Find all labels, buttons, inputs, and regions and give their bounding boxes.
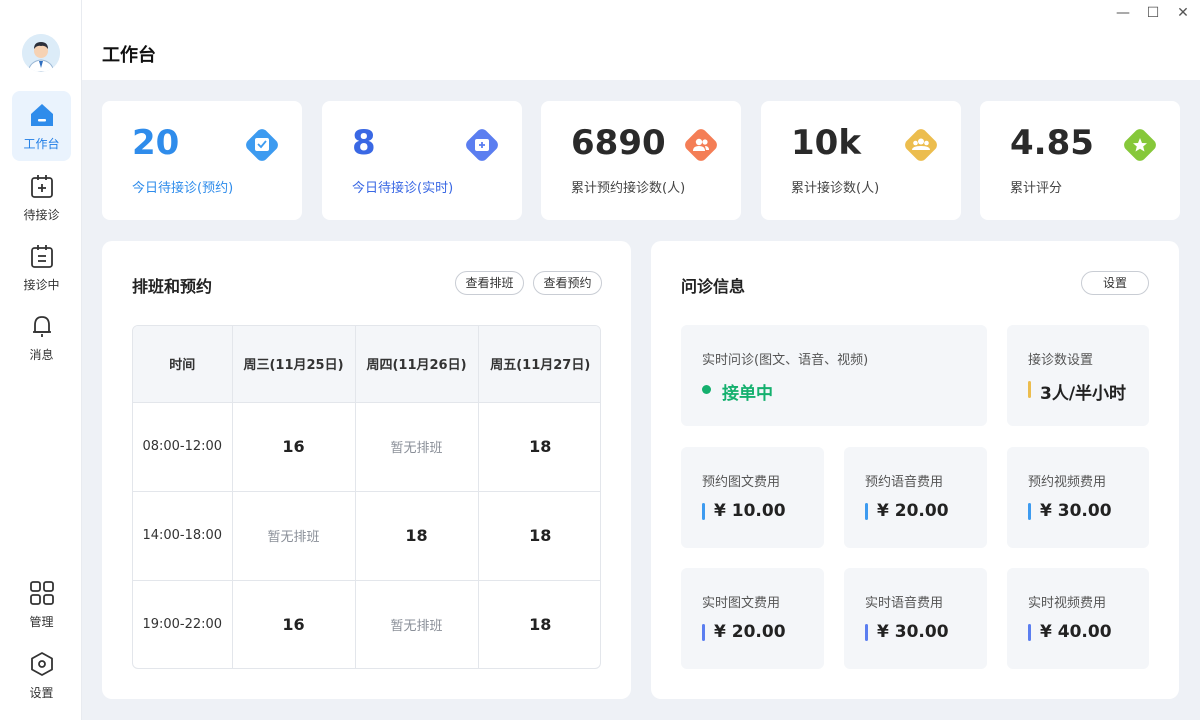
fee-value: ¥ 20.00 <box>702 622 786 642</box>
appointment-count-cell[interactable]: 16 <box>232 580 356 668</box>
consult-settings-button[interactable]: 设置 <box>1081 271 1149 295</box>
fee-tile[interactable]: 实时语音费用 ¥ 30.00 <box>844 568 987 669</box>
fee-value: ¥ 30.00 <box>865 622 949 642</box>
tile-label: 预约图文费用 <box>702 475 781 490</box>
sidebar-item-label: 工作台 <box>23 137 60 151</box>
no-schedule-cell: 暂无排班 <box>355 402 479 492</box>
fee-value: ¥ 30.00 <box>1028 501 1112 521</box>
hexagon-settings-icon <box>31 652 53 676</box>
appointment-count-cell[interactable]: 16 <box>232 402 356 492</box>
maximize-button[interactable]: ☐ <box>1144 4 1162 22</box>
tile-label: 实时问诊(图文、语音、视频) <box>702 353 869 368</box>
view-schedule-button[interactable]: 查看排班 <box>455 271 524 295</box>
stat-card-realtime-today[interactable]: 8 今日待接诊(实时) <box>322 101 522 220</box>
fee-tile[interactable]: 预约图文费用 ¥ 10.00 <box>681 447 824 548</box>
tile-label: 预约视频费用 <box>1028 475 1107 490</box>
column-header: 周三(11月25日) <box>232 326 356 403</box>
group-icon <box>905 129 937 161</box>
tile-label: 实时语音费用 <box>865 596 944 611</box>
sidebar-item-waiting[interactable]: 待接诊 <box>12 162 71 232</box>
status-text: 接单中 <box>722 384 773 404</box>
calendar-add-icon <box>31 175 53 198</box>
sidebar-item-messages[interactable]: 消息 <box>12 302 71 372</box>
table-row: 08:00-12:00 16 暂无排班 18 <box>133 402 600 492</box>
sidebar-item-workbench[interactable]: 工作台 <box>12 91 71 161</box>
sidebar-item-in-progress[interactable]: 接诊中 <box>12 232 71 302</box>
sidebar-item-label: 管理 <box>29 615 54 629</box>
stat-label: 累计预约接诊数(人) <box>571 181 686 196</box>
time-slot-cell: 19:00-22:00 <box>133 580 233 668</box>
fee-value: ¥ 10.00 <box>702 501 786 521</box>
schedule-panel: 排班和预约 查看排班 查看预约 时间 周三(11月25日) 周四(11月26日)… <box>102 241 631 699</box>
fee-tile[interactable]: 预约视频费用 ¥ 30.00 <box>1007 447 1149 548</box>
stat-label: 今日待接诊(实时) <box>352 181 454 196</box>
stat-value: 20 <box>132 123 180 163</box>
stat-card-rating[interactable]: 4.85 累计评分 <box>980 101 1180 220</box>
stat-value: 6890 <box>571 123 666 163</box>
accepting-status: 接单中 <box>702 379 773 404</box>
online-status-dot <box>702 385 711 394</box>
column-header: 周四(11月26日) <box>355 326 479 403</box>
bell-icon <box>33 316 51 337</box>
grid-icon <box>30 581 54 605</box>
appointment-count-cell[interactable]: 18 <box>478 402 600 492</box>
tile-label: 预约语音费用 <box>865 475 944 490</box>
stat-label: 累计评分 <box>1010 181 1063 196</box>
appointment-count-cell[interactable]: 18 <box>355 491 479 581</box>
top-header: 工作台 — ☐ ✕ <box>82 0 1200 80</box>
sidebar-item-label: 设置 <box>29 686 54 700</box>
table-header-row: 时间 周三(11月25日) 周四(11月26日) 周五(11月27日) <box>133 326 600 403</box>
stat-card-booked-today[interactable]: 20 今日待接诊(预约) <box>102 101 302 220</box>
calendar-check-icon <box>246 129 278 161</box>
table-row: 19:00-22:00 16 暂无排班 18 <box>133 580 600 668</box>
sidebar-item-settings[interactable]: 设置 <box>12 640 71 710</box>
close-button[interactable]: ✕ <box>1174 4 1192 22</box>
sidebar: 工作台 待接诊 接诊中 消息 管理 设置 <box>0 0 82 720</box>
view-appointments-button[interactable]: 查看预约 <box>533 271 602 295</box>
stat-value: 4.85 <box>1010 123 1094 163</box>
tile-label: 实时视频费用 <box>1028 596 1107 611</box>
fee-tile[interactable]: 预约语音费用 ¥ 20.00 <box>844 447 987 548</box>
minimize-button[interactable]: — <box>1114 4 1132 22</box>
home-icon <box>31 104 53 126</box>
sidebar-item-label: 消息 <box>29 348 54 362</box>
calendar-list-icon <box>31 245 53 268</box>
capacity-setting-tile[interactable]: 接诊数设置 3人/半小时 <box>1007 325 1149 426</box>
fee-value: ¥ 40.00 <box>1028 622 1112 642</box>
sidebar-item-label: 待接诊 <box>23 208 60 222</box>
capacity-value: 3人/半小时 <box>1028 379 1126 404</box>
stat-label: 今日待接诊(预约) <box>132 181 234 196</box>
consult-info-panel: 问诊信息 设置 实时问诊(图文、语音、视频) 接单中 接诊数设置 3人/半小时 … <box>651 241 1179 699</box>
panel-title: 问诊信息 <box>681 277 746 296</box>
no-schedule-cell: 暂无排班 <box>232 491 356 581</box>
column-header: 周五(11月27日) <box>478 326 600 403</box>
fee-tile[interactable]: 实时图文费用 ¥ 20.00 <box>681 568 824 669</box>
appointment-count-cell[interactable]: 18 <box>478 580 600 668</box>
fee-value: ¥ 20.00 <box>865 501 949 521</box>
medical-plus-icon <box>466 129 498 161</box>
star-icon <box>1124 129 1156 161</box>
stat-label: 累计接诊数(人) <box>791 181 880 196</box>
schedule-table: 时间 周三(11月25日) 周四(11月26日) 周五(11月27日) 08:0… <box>132 325 601 669</box>
tile-label: 实时图文费用 <box>702 596 781 611</box>
time-slot-cell: 08:00-12:00 <box>133 402 233 492</box>
stat-value: 10k <box>791 123 861 163</box>
time-slot-cell: 14:00-18:00 <box>133 491 233 581</box>
panel-title: 排班和预约 <box>132 277 213 296</box>
sidebar-item-manage[interactable]: 管理 <box>12 569 71 639</box>
stat-card-total-consults[interactable]: 10k 累计接诊数(人) <box>761 101 961 220</box>
realtime-consult-tile[interactable]: 实时问诊(图文、语音、视频) 接单中 <box>681 325 987 426</box>
appointment-count-cell[interactable]: 18 <box>478 491 600 581</box>
sidebar-item-label: 接诊中 <box>23 278 60 292</box>
doctor-avatar[interactable] <box>22 34 60 72</box>
stat-card-total-booked[interactable]: 6890 累计预约接诊数(人) <box>541 101 741 220</box>
tile-label: 接诊数设置 <box>1028 353 1094 368</box>
page-title: 工作台 <box>102 45 156 66</box>
column-header: 时间 <box>133 326 233 403</box>
table-row: 14:00-18:00 暂无排班 18 18 <box>133 491 600 581</box>
users-icon <box>685 129 717 161</box>
no-schedule-cell: 暂无排班 <box>355 580 479 668</box>
fee-tile[interactable]: 实时视频费用 ¥ 40.00 <box>1007 568 1149 669</box>
stat-value: 8 <box>352 123 376 163</box>
